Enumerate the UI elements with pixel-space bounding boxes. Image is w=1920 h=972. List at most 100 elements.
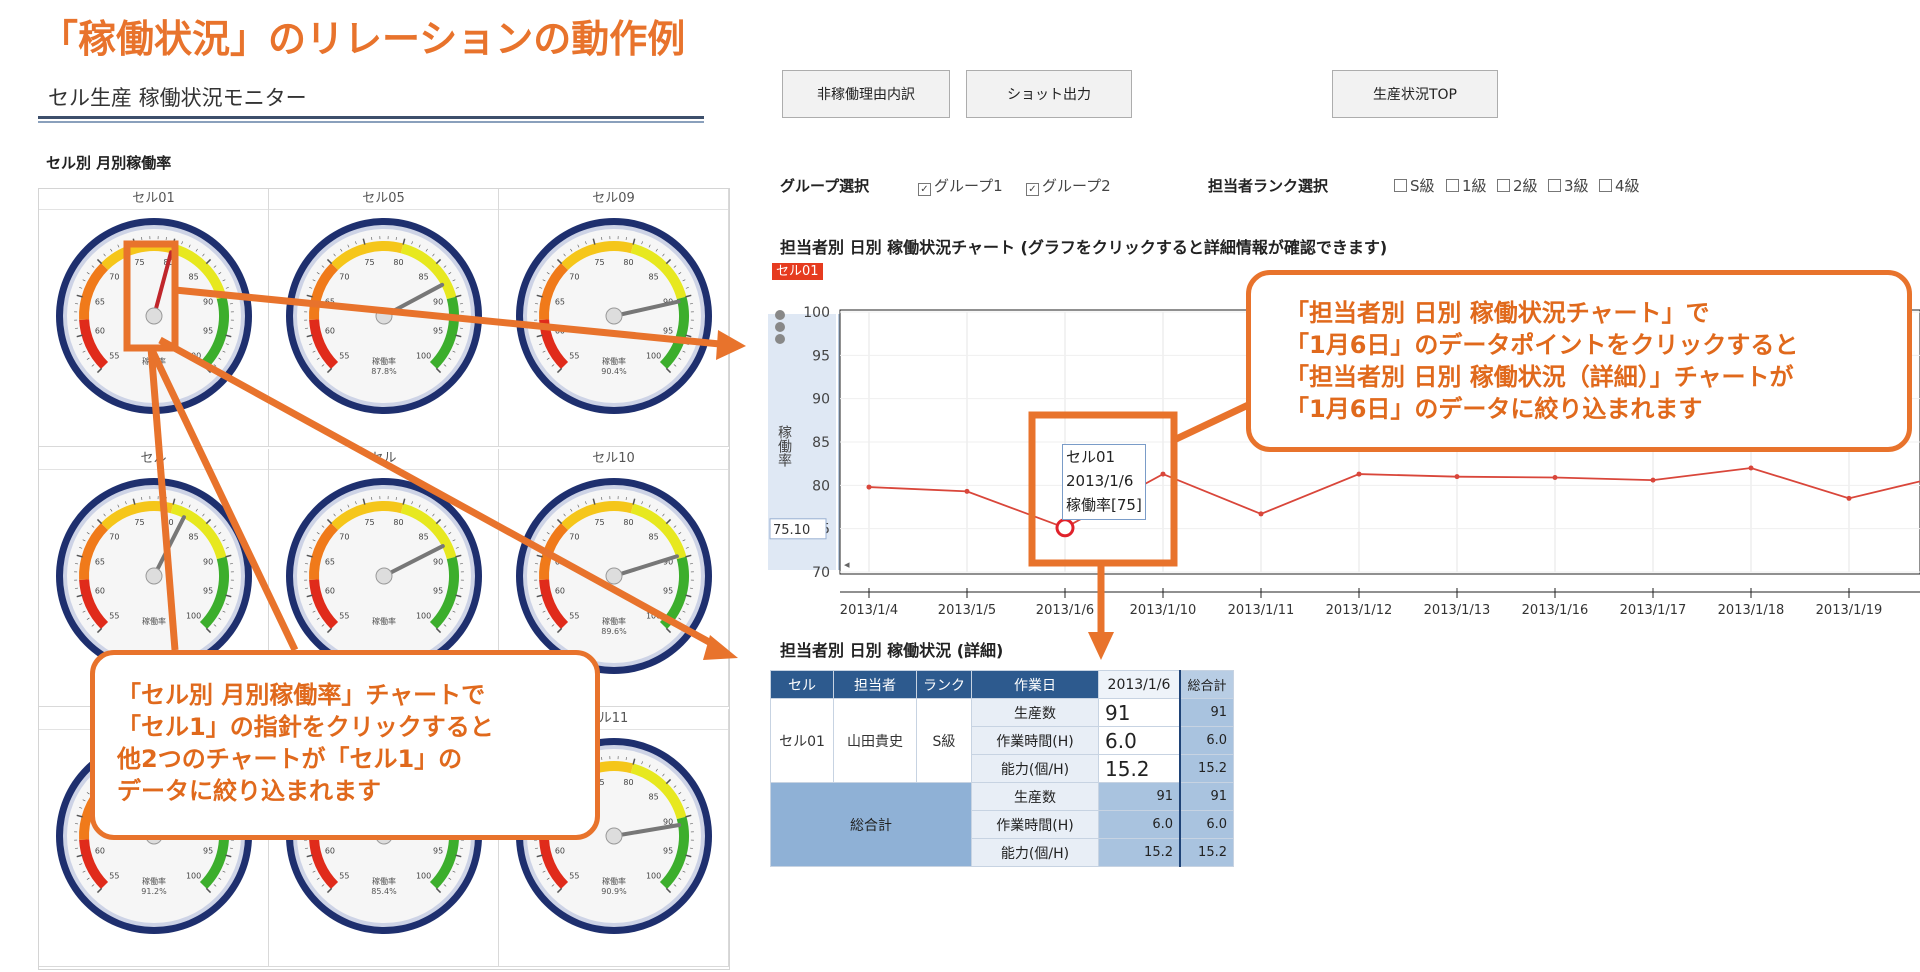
grand-metric-value: 6.0 xyxy=(1098,810,1181,839)
shot-output-button[interactable]: ショット出力 xyxy=(966,70,1132,118)
gauge-tick-label: 70 xyxy=(109,272,119,281)
x-tick-label: 2013/1/5 xyxy=(938,603,996,618)
gauge-value-label: 90.4% xyxy=(601,367,627,376)
grand-metric-label: 作業時間(H) xyxy=(971,810,1099,839)
production-top-button[interactable]: 生産状況TOP xyxy=(1332,70,1498,118)
gauge-dial[interactable]: 55 60 65 70 75 80 85 90 95 100 稼働率 xyxy=(51,473,257,679)
x-tick-label: 2013/1/4 xyxy=(840,603,898,618)
gauge-tick-label: 70 xyxy=(569,272,579,281)
gauge-value-label: 87.8% xyxy=(371,367,397,376)
gauge-hub xyxy=(145,307,163,325)
gauge-dial[interactable]: 55 60 65 70 75 80 85 90 95 100 稼働率 xyxy=(281,473,487,679)
gauge-cell-name: セル01 xyxy=(39,189,268,210)
rank-select-label: 担当者ランク選択 xyxy=(1208,177,1329,195)
detail-table: セル 担当者 ランク 作業日 2013/1/6 総合計 セル01 山田貴史 S級… xyxy=(770,670,1234,867)
gauge-cell-name: セル05 xyxy=(269,189,498,210)
gauge-tick-label: 60 xyxy=(555,846,565,855)
gauge-tick-label: 60 xyxy=(95,846,105,855)
zoom-in-icon xyxy=(775,310,785,320)
gauge-tick-label: 100 xyxy=(186,352,201,361)
gauge-cell[interactable]: セル01556065707580859095100稼働率7 xyxy=(39,189,269,447)
gauge-tick-label: 80 xyxy=(623,518,633,527)
gauge-tick-label: 100 xyxy=(416,872,431,881)
gauge-tick-label: 60 xyxy=(95,586,105,595)
x-tick-label: 2013/1/16 xyxy=(1522,603,1589,618)
gauge-value-label: 90.9% xyxy=(601,887,627,896)
gauge-tick-label: 90 xyxy=(433,558,443,567)
gauge-tick-label: 80 xyxy=(623,778,633,787)
table-header-date[interactable]: 2013/1/6 xyxy=(1098,670,1181,699)
data-point xyxy=(866,484,872,490)
rank-option-label: 2級 xyxy=(1513,177,1538,195)
data-point xyxy=(1748,465,1754,471)
gauge-hub xyxy=(605,567,623,585)
grand-metric-total: 91 xyxy=(1179,782,1234,811)
zoom-reset-icon xyxy=(775,334,785,344)
gauge-rate-label: 稼働率 xyxy=(142,876,166,886)
gauge-tick-label: 100 xyxy=(646,612,661,621)
metric-value: 91 xyxy=(1098,698,1181,727)
gauge-cell-name: セル10 xyxy=(499,449,728,470)
rank-checkbox-1[interactable]: 1級 xyxy=(1446,175,1487,196)
y-tick-label: 85 xyxy=(812,435,830,451)
rank-checkbox-2[interactable]: 2級 xyxy=(1497,175,1538,196)
gauge-tick-label: 100 xyxy=(646,872,661,881)
line-chart-title: 担当者別 日別 稼働状況チャート (グラフをクリックすると詳細情報が確認できます… xyxy=(780,238,1388,257)
slide-title: 「稼働状況」のリレーションの動作例 xyxy=(40,17,686,61)
gauge-tick-label: 55 xyxy=(569,872,579,881)
table-cell-rank: S級 xyxy=(916,698,972,783)
gauge-value-label: 91.2% xyxy=(141,887,167,896)
gauge-rate-label: 稼働率 xyxy=(142,356,166,366)
gauge-tick-label: 90 xyxy=(203,558,213,567)
gauge-rate-label: 稼働率 xyxy=(602,876,626,886)
rank-option-label: S級 xyxy=(1410,177,1435,195)
data-point xyxy=(1160,471,1166,477)
gauge-tick-label: 95 xyxy=(663,846,673,855)
x-tick-label: 2013/1/6 xyxy=(1036,603,1094,618)
gauge-tick-label: 75 xyxy=(364,258,374,267)
callout-line: 「1月6日」のデータに絞り込まれます xyxy=(1285,395,1703,423)
gauge-hub xyxy=(375,307,393,325)
gauge-tick-label: 75 xyxy=(134,258,144,267)
rank-option-label: 1級 xyxy=(1462,177,1487,195)
gauge-panel-title: セル別 月別稼働率 xyxy=(46,154,172,172)
gauge-hub xyxy=(605,827,623,845)
checkbox-icon xyxy=(1394,179,1407,192)
rank-checkbox-4[interactable]: 4級 xyxy=(1599,175,1640,196)
gauge-tick-label: 85 xyxy=(419,272,429,281)
grand-metric-label: 生産数 xyxy=(971,782,1099,811)
gauge-dial[interactable]: 556065707580859095100稼働率90.4% xyxy=(511,213,717,419)
gauge-tick-label: 90 xyxy=(433,298,443,307)
gauge-tick-label: 55 xyxy=(109,612,119,621)
rank-checkbox-s[interactable]: S級 xyxy=(1394,175,1435,196)
gauge-cell[interactable]: セル05 55 60 65 70 75 80 85 90 95 100 稼働率 87.8% xyxy=(269,189,499,447)
callout-chart-relation: 「担当者別 日別 稼働状況チャート」で 「1月6日」のデータポイントをクリックす… xyxy=(1246,270,1912,452)
gauge-dial[interactable]: 55 60 65 70 75 80 85 90 95 100 稼働率87.8% xyxy=(281,213,487,419)
x-tick-label: 2013/1/13 xyxy=(1424,603,1491,618)
callout-line: データに絞り込まれます xyxy=(117,777,381,805)
tooltip-series: セル01 xyxy=(1066,448,1116,466)
gauge-dial[interactable]: 5560657075 80859095100稼働率89.6% xyxy=(511,473,717,679)
callout-line: 「1月6日」のデータポイントをクリックすると xyxy=(1285,331,1799,359)
group-checkbox-1[interactable]: ✓ グループ1 xyxy=(918,175,1003,196)
zoom-out-icon xyxy=(775,322,785,332)
callout-line: 「セル1」の指針をクリックすると xyxy=(117,713,494,741)
gauge-tick-label: 80 xyxy=(163,518,173,527)
table-cell-name: セル01 xyxy=(770,698,834,783)
gauge-dial[interactable]: 556065707580859095100稼働率7 xyxy=(51,213,257,419)
gauge-tick-label: 90 xyxy=(203,298,213,307)
title-divider xyxy=(38,116,704,119)
non-operation-reason-button[interactable]: 非稼働理由内訳 xyxy=(782,70,950,118)
chart-legend-item[interactable]: セル01 xyxy=(772,263,823,280)
table-header: 担当者 xyxy=(833,670,917,699)
gauge-cell[interactable]: セル09556065707580859095100稼働率90.4% xyxy=(499,189,729,447)
data-point xyxy=(1552,475,1558,481)
x-tick-label: 2013/1/18 xyxy=(1718,603,1785,618)
grand-total-label: 総合計 xyxy=(770,782,972,867)
gauge-tick-label: 80 xyxy=(393,258,403,267)
gauge-tick-label: 100 xyxy=(646,352,661,361)
rank-checkbox-3[interactable]: 3級 xyxy=(1548,175,1589,196)
callout-line: 他2つのチャートが「セル1」の xyxy=(117,745,463,773)
group-checkbox-2[interactable]: ✓ グループ2 xyxy=(1026,175,1111,196)
group-option-label: グループ1 xyxy=(934,177,1003,195)
